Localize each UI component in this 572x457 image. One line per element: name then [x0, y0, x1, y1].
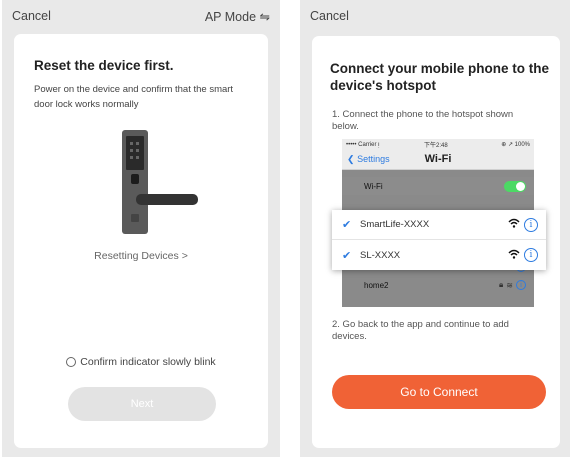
reset-device-screen: Cancel AP Mode ⇋ Reset the device first.…: [2, 0, 280, 457]
hotspot-ssid: SL-XXXX: [360, 249, 401, 261]
top-bar: Cancel AP Mode ⇋: [2, 0, 280, 34]
wifi-row-label: Wi-Fi: [364, 181, 383, 191]
page-title: Reset the device first.: [34, 58, 174, 73]
fingerprint-sensor: [131, 174, 139, 184]
keypad-key: [136, 149, 139, 152]
resetting-devices-link[interactable]: Resetting Devices >: [14, 250, 268, 262]
ap-mode-switch[interactable]: AP Mode ⇋: [205, 9, 270, 24]
instruction-card: Connect your mobile phone to the device'…: [312, 36, 560, 448]
wifi-signal-icon: [508, 218, 520, 231]
network-name: home2: [364, 280, 389, 290]
confirm-indicator-radio[interactable]: Confirm indicator slowly blink: [14, 356, 268, 368]
wifi-signal-svg: [508, 218, 520, 228]
switch-arrows-icon: ⇋: [259, 10, 270, 24]
instruction-text: Power on the device and confirm that the…: [34, 84, 234, 110]
cancel-button[interactable]: Cancel: [310, 9, 349, 23]
lock-handle: [136, 194, 198, 205]
connect-hotspot-screen: Cancel Connect your mobile phone to the …: [300, 0, 570, 457]
info-icon: i: [516, 280, 526, 290]
hotspot-row-sl[interactable]: ✔ SL-XXXX i: [332, 240, 546, 270]
info-icon[interactable]: i: [524, 248, 538, 262]
keypad-key: [136, 142, 139, 145]
door-lock-illustration: [122, 130, 198, 234]
wifi-signal-svg: [508, 249, 520, 259]
status-time: 下午2:48: [424, 143, 448, 149]
wifi-toggle-row: Wi-Fi: [342, 177, 534, 195]
go-to-connect-button[interactable]: Go to Connect: [332, 375, 546, 409]
radio-unchecked-icon: [66, 357, 77, 367]
top-bar: Cancel: [300, 0, 570, 34]
checkmark-icon: ✔: [342, 219, 352, 231]
wifi-signal-icon: [508, 249, 520, 262]
wifi-signal-icon: ≋: [506, 280, 513, 290]
hotspot-row-smartlife[interactable]: ✔ SmartLife-XXXX i: [332, 210, 546, 240]
confirm-indicator-label: Confirm indicator slowly blink: [80, 356, 216, 368]
next-button[interactable]: Next: [68, 387, 216, 421]
battery-indicator: ⊕ ↗ 100%: [501, 142, 530, 148]
instruction-card: Reset the device first. Power on the dev…: [14, 34, 268, 448]
step-one-text: 1. Connect the phone to the hotspot show…: [332, 109, 514, 132]
hotspot-ssid: SmartLife-XXXX: [360, 219, 430, 230]
phone-status-bar: ••••• Carrier ᴉ 下午2:48 ⊕ ↗ 100%: [342, 139, 534, 150]
page-title: Connect your mobile phone to the device'…: [330, 61, 549, 93]
lock-icon: 🔒︎: [499, 280, 504, 289]
cancel-button[interactable]: Cancel: [12, 9, 51, 23]
lock-keypad: [126, 136, 144, 170]
hotspot-list-popup: ✔ SmartLife-XXXX i ✔ SL-XXXX i: [332, 210, 546, 270]
wifi-toggle: [504, 181, 526, 192]
carrier-label: ••••• Carrier ᴉ: [346, 141, 380, 148]
info-icon[interactable]: i: [524, 217, 538, 232]
network-row-home2: home2 🔒︎ ≋ i: [342, 276, 534, 294]
keypad-key: [130, 149, 133, 152]
keypad-key: [130, 142, 133, 145]
network-icons: 🔒︎ ≋ i: [499, 280, 526, 290]
keypad-key: [136, 156, 139, 159]
lock-keyhole: [131, 214, 139, 222]
checkmark-icon: ✔: [342, 249, 352, 262]
phone-nav-bar: ❮ Settings Wi-Fi: [342, 150, 534, 170]
keypad-key: [130, 156, 133, 159]
ap-mode-label: AP Mode: [204, 10, 257, 24]
wifi-nav-title: Wi-Fi: [424, 153, 452, 165]
step-two-text: 2. Go back to the app and continue to ad…: [332, 319, 509, 342]
